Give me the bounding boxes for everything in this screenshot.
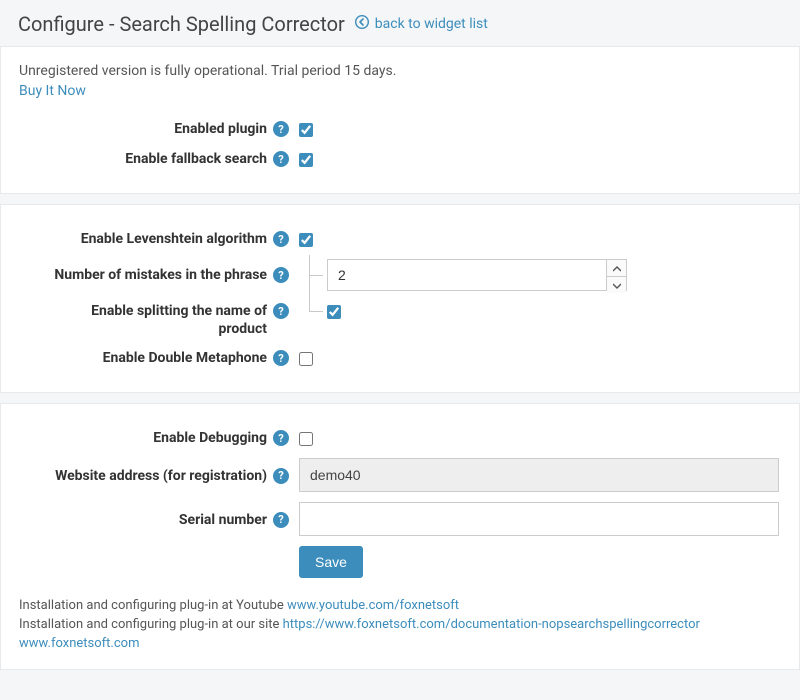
row-enable-levenshtein: Enable Levenshtein algorithm ? xyxy=(19,229,781,249)
panel-trial: Unregistered version is fully operationa… xyxy=(0,46,800,194)
spinner-up-button[interactable] xyxy=(607,260,626,277)
panel-registration: Enable Debugging ? Website address (for … xyxy=(0,403,800,670)
enable-fallback-checkbox[interactable] xyxy=(299,153,313,167)
row-mistakes: Number of mistakes in the phrase ? xyxy=(19,259,781,291)
trial-message: Unregistered version is fully operationa… xyxy=(19,63,781,79)
enable-metaphone-label: Enable Double Metaphone xyxy=(103,349,267,367)
website-address-label: Website address (for registration) xyxy=(55,467,267,485)
back-to-widget-list-link[interactable]: back to widget list xyxy=(355,15,488,33)
enabled-plugin-label: Enabled plugin xyxy=(174,120,267,138)
buy-it-now-link[interactable]: Buy It Now xyxy=(19,83,86,99)
mistakes-label: Number of mistakes in the phrase xyxy=(54,266,267,284)
enable-levenshtein-label: Enable Levenshtein algorithm xyxy=(81,230,267,248)
serial-number-label: Serial number xyxy=(179,511,267,529)
enable-splitting-label: Enable splitting the name of product xyxy=(47,302,267,338)
youtube-link[interactable]: www.youtube.com/foxnetsoft xyxy=(287,598,459,613)
page-title: Configure - Search Spelling Corrector xyxy=(18,12,345,36)
tree-branch xyxy=(299,259,781,291)
enable-levenshtein-checkbox[interactable] xyxy=(299,233,313,247)
footer-site-prefix: Installation and configuring plug-in at … xyxy=(19,617,283,632)
website-address-input xyxy=(299,458,779,492)
enable-splitting-checkbox[interactable] xyxy=(327,305,341,319)
row-enabled-plugin: Enabled plugin ? xyxy=(19,119,781,139)
enabled-plugin-checkbox[interactable] xyxy=(299,123,313,137)
help-icon[interactable]: ? xyxy=(273,267,289,283)
enable-debug-label: Enable Debugging xyxy=(153,429,267,447)
help-icon[interactable]: ? xyxy=(273,151,289,167)
arrow-left-circle-icon xyxy=(355,15,369,33)
tree-branch xyxy=(299,301,781,321)
help-icon[interactable]: ? xyxy=(273,303,289,319)
help-icon[interactable]: ? xyxy=(273,430,289,446)
footer-home: www.foxnetsoft.com xyxy=(19,636,781,651)
enable-debug-checkbox[interactable] xyxy=(299,432,313,446)
help-icon[interactable]: ? xyxy=(273,121,289,137)
row-enable-debug: Enable Debugging ? xyxy=(19,428,781,448)
row-enable-splitting: Enable splitting the name of product ? xyxy=(19,301,781,338)
documentation-link[interactable]: https://www.foxnetsoft.com/documentation… xyxy=(283,617,700,632)
enable-fallback-label: Enable fallback search xyxy=(125,150,267,168)
back-link-label: back to widget list xyxy=(375,16,488,32)
row-enable-metaphone: Enable Double Metaphone ? xyxy=(19,348,781,368)
help-icon[interactable]: ? xyxy=(273,350,289,366)
help-icon[interactable]: ? xyxy=(273,231,289,247)
panel-algorithms: Enable Levenshtein algorithm ? Number of… xyxy=(0,204,800,393)
enable-metaphone-checkbox[interactable] xyxy=(299,352,313,366)
row-save: Save xyxy=(19,546,781,578)
row-enable-fallback: Enable fallback search ? xyxy=(19,149,781,169)
footer-youtube-prefix: Installation and configuring plug-in at … xyxy=(19,598,287,613)
footer-youtube: Installation and configuring plug-in at … xyxy=(19,598,781,613)
serial-number-input[interactable] xyxy=(299,502,779,536)
help-icon[interactable]: ? xyxy=(273,468,289,484)
row-serial-number: Serial number ? xyxy=(19,502,781,536)
footer-site: Installation and configuring plug-in at … xyxy=(19,617,781,632)
spinner-down-button[interactable] xyxy=(607,277,626,293)
save-button[interactable]: Save xyxy=(299,546,363,578)
help-icon[interactable]: ? xyxy=(273,512,289,528)
mistakes-spinner xyxy=(327,259,627,291)
mistakes-input[interactable] xyxy=(328,260,606,290)
home-link[interactable]: www.foxnetsoft.com xyxy=(19,636,139,651)
chevron-up-icon xyxy=(613,260,621,276)
page: Configure - Search Spelling Corrector ba… xyxy=(0,0,800,700)
page-header: Configure - Search Spelling Corrector ba… xyxy=(0,6,800,46)
chevron-down-icon xyxy=(613,277,621,293)
row-website-address: Website address (for registration) ? xyxy=(19,458,781,492)
